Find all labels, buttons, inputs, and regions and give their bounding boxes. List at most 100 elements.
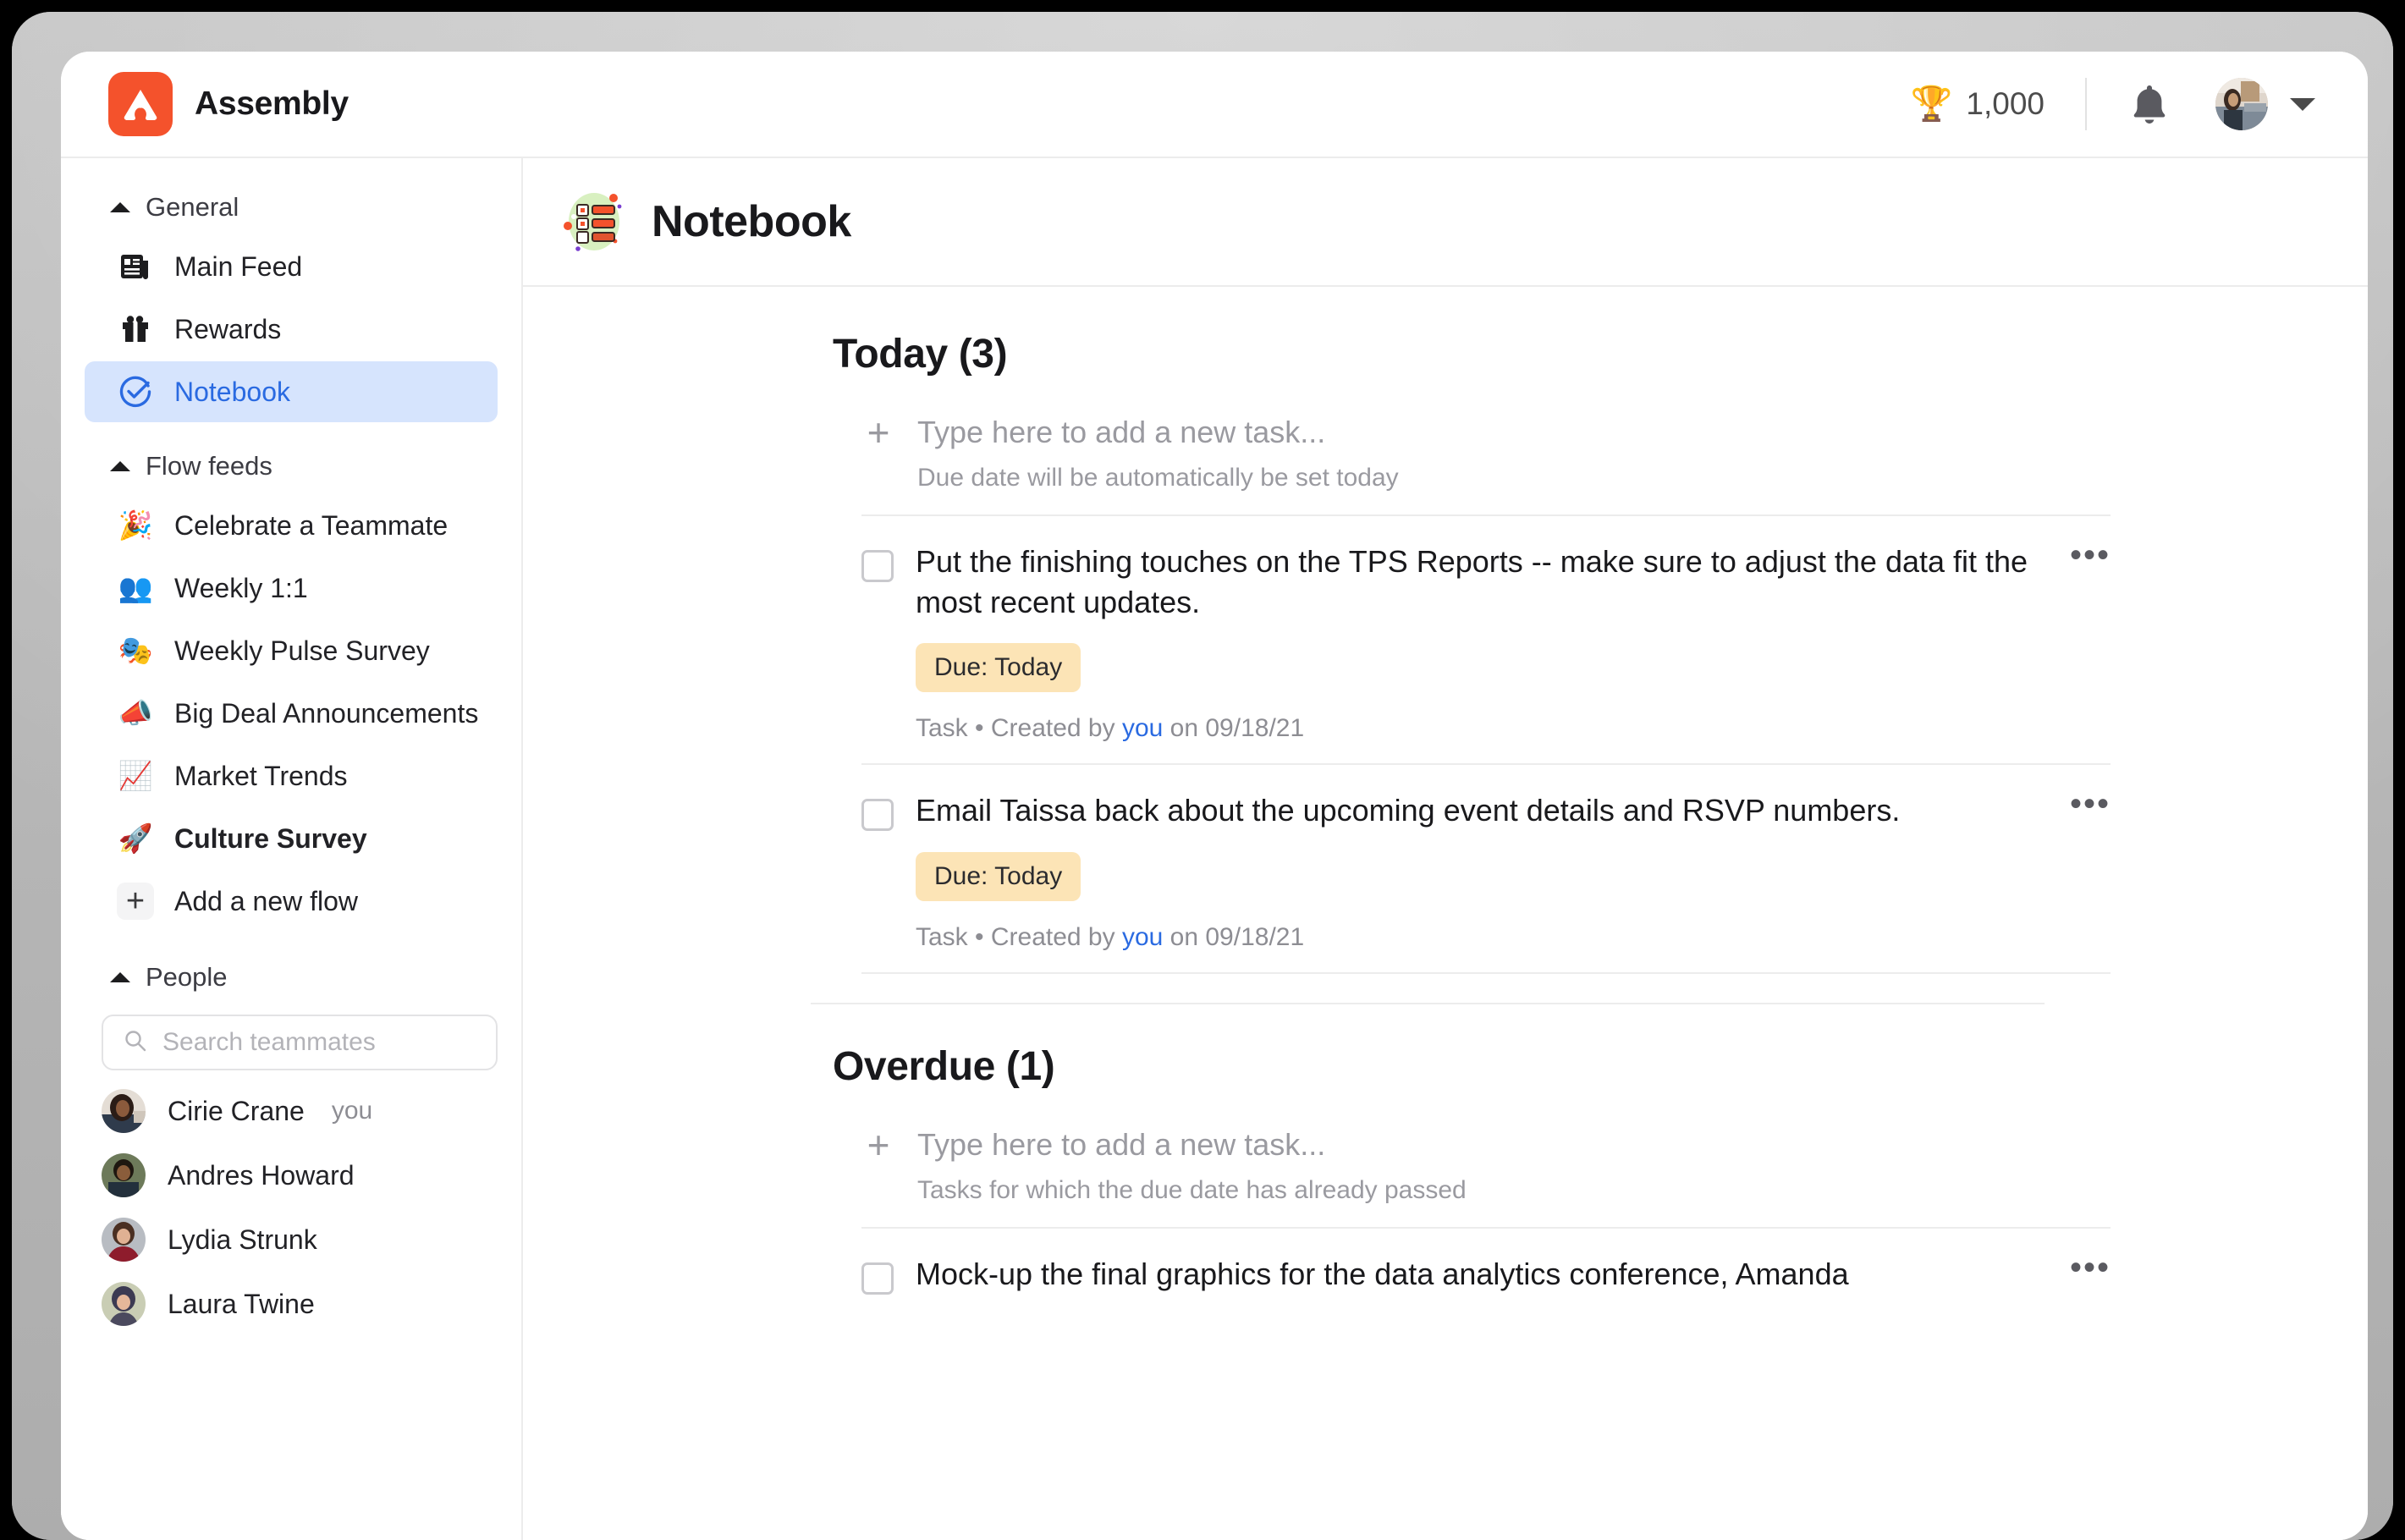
points-value: 1,000 — [1966, 86, 2045, 121]
header-actions: 🏆 1,000 — [1911, 78, 2315, 130]
sidebar-section-label: General — [146, 192, 239, 222]
triangle-up-icon — [110, 202, 130, 212]
sidebar-section-flow-feeds[interactable]: Flow feeds — [61, 439, 521, 493]
plus-icon: + — [867, 410, 890, 454]
sidebar-item-label: Weekly 1:1 — [174, 572, 308, 603]
triangle-up-icon — [110, 461, 130, 471]
task-meta: Task • Created by you on 09/18/21 — [916, 714, 2034, 743]
person-name: Andres Howard — [168, 1159, 355, 1191]
bell-icon[interactable] — [2127, 80, 2171, 128]
search-icon — [124, 1029, 147, 1057]
page-title: Notebook — [652, 197, 851, 246]
browser-window-frame: Assembly 🏆 1,000 General Main Feed Rewar… — [12, 12, 2393, 1540]
add-task-placeholder[interactable]: Type here to add a new task... — [917, 415, 1325, 450]
list-item[interactable]: Cirie Crane you — [61, 1079, 521, 1143]
points-badge[interactable]: 🏆 1,000 — [1911, 86, 2045, 122]
section-heading-today: Today (3) — [833, 332, 1008, 377]
avatar-laura-twine — [102, 1282, 146, 1326]
task-meta-suffix: on 09/18/21 — [1163, 922, 1305, 951]
task-text: Put the finishing touches on the TPS Rep… — [916, 544, 2028, 620]
ellipsis-horizontal-icon[interactable]: ••• — [2070, 1251, 2111, 1284]
sidebar-section-label: Flow feeds — [146, 451, 272, 481]
check-circle-icon — [117, 373, 154, 410]
sidebar-item-label: Rewards — [174, 313, 282, 344]
person-name: Lydia Strunk — [168, 1224, 317, 1255]
sidebar-item-main-feed[interactable]: Main Feed — [85, 236, 498, 297]
search-teammates-box[interactable] — [102, 1015, 498, 1070]
ellipsis-horizontal-icon[interactable]: ••• — [2070, 538, 2111, 572]
you-tag: you — [331, 1097, 373, 1125]
ellipsis-horizontal-icon[interactable]: ••• — [2070, 787, 2111, 821]
person-name: Cirie Crane — [168, 1095, 305, 1126]
chevron-down-icon[interactable] — [2290, 97, 2315, 111]
sidebar-item-add-a-new-flow[interactable]: + Add a new flow — [85, 871, 498, 932]
two-people-icon: 👥 — [118, 571, 153, 603]
add-task-hint: Tasks for which the due date has already… — [917, 1175, 1467, 1204]
brand[interactable]: Assembly — [108, 72, 349, 136]
party-popper-icon: 🎉 — [118, 509, 153, 541]
task-author-link[interactable]: you — [1122, 923, 1163, 951]
rocket-icon: 🚀 — [118, 822, 153, 854]
add-task-hint: Due date will be automatically be set to… — [917, 464, 1399, 492]
sidebar: General Main Feed Rewards Notebook Flow … — [61, 158, 523, 1540]
sidebar-item-notebook[interactable]: Notebook — [85, 361, 498, 422]
avatar-andres-howard — [102, 1153, 146, 1197]
section-heading-overdue: Overdue (1) — [833, 1043, 1055, 1089]
sidebar-section-people[interactable]: People — [61, 950, 521, 1004]
table-row[interactable]: Put the finishing touches on the TPS Rep… — [861, 516, 2111, 766]
sidebar-item-label: Add a new flow — [174, 885, 359, 916]
performing-arts-icon: 🎭 — [118, 634, 153, 666]
task-text: Mock-up the final graphics for the data … — [916, 1256, 1849, 1291]
sidebar-item-rewards[interactable]: Rewards — [85, 299, 498, 360]
sidebar-item-big-deal-announcements[interactable]: 📣 Big Deal Announcements — [85, 683, 498, 744]
sidebar-item-label: Notebook — [174, 376, 290, 407]
task-meta: Task • Created by you on 09/18/21 — [916, 923, 2034, 952]
triangle-up-icon — [110, 972, 130, 982]
assembly-app: Assembly 🏆 1,000 General Main Feed Rewar… — [61, 52, 2368, 1540]
sidebar-item-label: Celebrate a Teammate — [174, 509, 449, 541]
assembly-logo-icon — [108, 72, 173, 136]
gift-icon — [117, 311, 154, 348]
status-badge: Due: Today — [916, 643, 1081, 693]
header-divider — [2085, 78, 2087, 130]
list-item[interactable]: Andres Howard — [61, 1143, 521, 1207]
checkbox-unchecked-icon[interactable] — [861, 1262, 894, 1295]
brand-name: Assembly — [195, 85, 349, 122]
table-row[interactable]: Mock-up the final graphics for the data … — [861, 1229, 2111, 1315]
sidebar-item-label: Big Deal Announcements — [174, 697, 479, 729]
desktop-background: Assembly 🏆 1,000 General Main Feed Rewar… — [0, 0, 2405, 1540]
account-menu[interactable] — [2215, 78, 2315, 130]
person-name: Laura Twine — [168, 1288, 315, 1319]
sidebar-item-weekly-pulse-survey[interactable]: 🎭 Weekly Pulse Survey — [85, 620, 498, 681]
app-header: Assembly 🏆 1,000 — [61, 52, 2368, 158]
checkbox-unchecked-icon[interactable] — [861, 550, 894, 582]
notebook-scroll-area[interactable]: Today (3) + Type here to add a new task.… — [523, 287, 2368, 1315]
sidebar-item-weekly-1-1[interactable]: 👥 Weekly 1:1 — [85, 558, 498, 619]
task-text: Email Taissa back about the upcoming eve… — [916, 793, 1901, 828]
add-task-row-today[interactable]: + Type here to add a new task... Due dat… — [861, 396, 2111, 516]
sidebar-item-celebrate-a-teammate[interactable]: 🎉 Celebrate a Teammate — [85, 495, 498, 556]
sidebar-section-label: People — [146, 962, 228, 992]
sidebar-item-market-trends[interactable]: 📈 Market Trends — [85, 745, 498, 806]
sidebar-section-general[interactable]: General — [61, 180, 521, 234]
notebook-checklist-icon — [557, 186, 628, 257]
news-feed-icon — [117, 248, 154, 285]
task-meta-suffix: on 09/18/21 — [1163, 714, 1305, 743]
sidebar-item-label: Main Feed — [174, 250, 303, 282]
main-content: Notebook Today (3) + Type here to add a … — [523, 158, 2368, 1540]
section-divider — [811, 1002, 2045, 1004]
task-author-link[interactable]: you — [1122, 714, 1163, 742]
megaphone-icon: 📣 — [118, 696, 153, 729]
user-avatar[interactable] — [2215, 78, 2268, 130]
search-input[interactable] — [162, 1028, 476, 1057]
plus-icon: + — [117, 883, 154, 920]
add-task-placeholder[interactable]: Type here to add a new task... — [917, 1127, 1325, 1163]
list-item[interactable]: Lydia Strunk — [61, 1207, 521, 1272]
checkbox-unchecked-icon[interactable] — [861, 799, 894, 832]
list-item[interactable]: Laura Twine — [61, 1272, 521, 1336]
add-task-row-overdue[interactable]: + Type here to add a new task... Tasks f… — [861, 1108, 2111, 1229]
sidebar-item-culture-survey[interactable]: 🚀 Culture Survey — [85, 808, 498, 869]
table-row[interactable]: Email Taissa back about the upcoming eve… — [861, 765, 2111, 974]
page-header: Notebook — [523, 158, 2368, 287]
task-meta-prefix: Task • Created by — [916, 714, 1122, 743]
